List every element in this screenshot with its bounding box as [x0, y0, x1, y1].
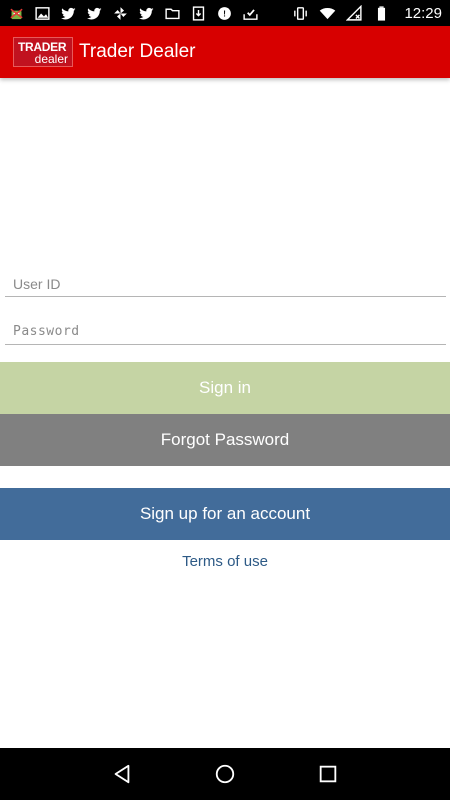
terms-of-use-link[interactable]: Terms of use: [0, 553, 450, 570]
twitter-icon: [86, 5, 103, 22]
user-id-input[interactable]: [5, 271, 446, 297]
twitter-icon: [60, 5, 77, 22]
status-bar: ! 12:29: [0, 0, 450, 26]
vibrate-icon: [292, 5, 309, 22]
svg-text:!: !: [223, 9, 226, 18]
password-input[interactable]: [5, 319, 446, 345]
wifi-icon: [319, 5, 336, 22]
back-icon[interactable]: [109, 761, 135, 787]
sign-in-button[interactable]: Sign in: [0, 362, 450, 414]
navigation-bar: [0, 748, 450, 800]
recents-icon[interactable]: [315, 761, 341, 787]
download-icon: [190, 5, 207, 22]
pinwheel-icon: [112, 5, 129, 22]
clock: 12:29: [404, 4, 442, 22]
battery-icon: [373, 5, 390, 22]
home-icon[interactable]: [212, 761, 238, 787]
sign-up-button[interactable]: Sign up for an account: [0, 488, 450, 540]
app-logo: TRADER dealer: [13, 37, 73, 67]
image-icon: [34, 5, 51, 22]
app-title: Trader Dealer: [79, 41, 196, 62]
twitter-icon: [138, 5, 155, 22]
folder-icon: [164, 5, 181, 22]
notification-icons: !: [8, 5, 292, 22]
settings-badge-icon: !: [216, 5, 233, 22]
forgot-password-button[interactable]: Forgot Password: [0, 414, 450, 466]
android-debug-icon: [8, 5, 25, 22]
check-inbox-icon: [242, 5, 259, 22]
no-sim-icon: [346, 4, 363, 22]
system-icons: 12:29: [292, 4, 442, 22]
logo-line2: dealer: [34, 52, 68, 66]
app-bar: TRADER dealer Trader Dealer: [0, 26, 450, 78]
